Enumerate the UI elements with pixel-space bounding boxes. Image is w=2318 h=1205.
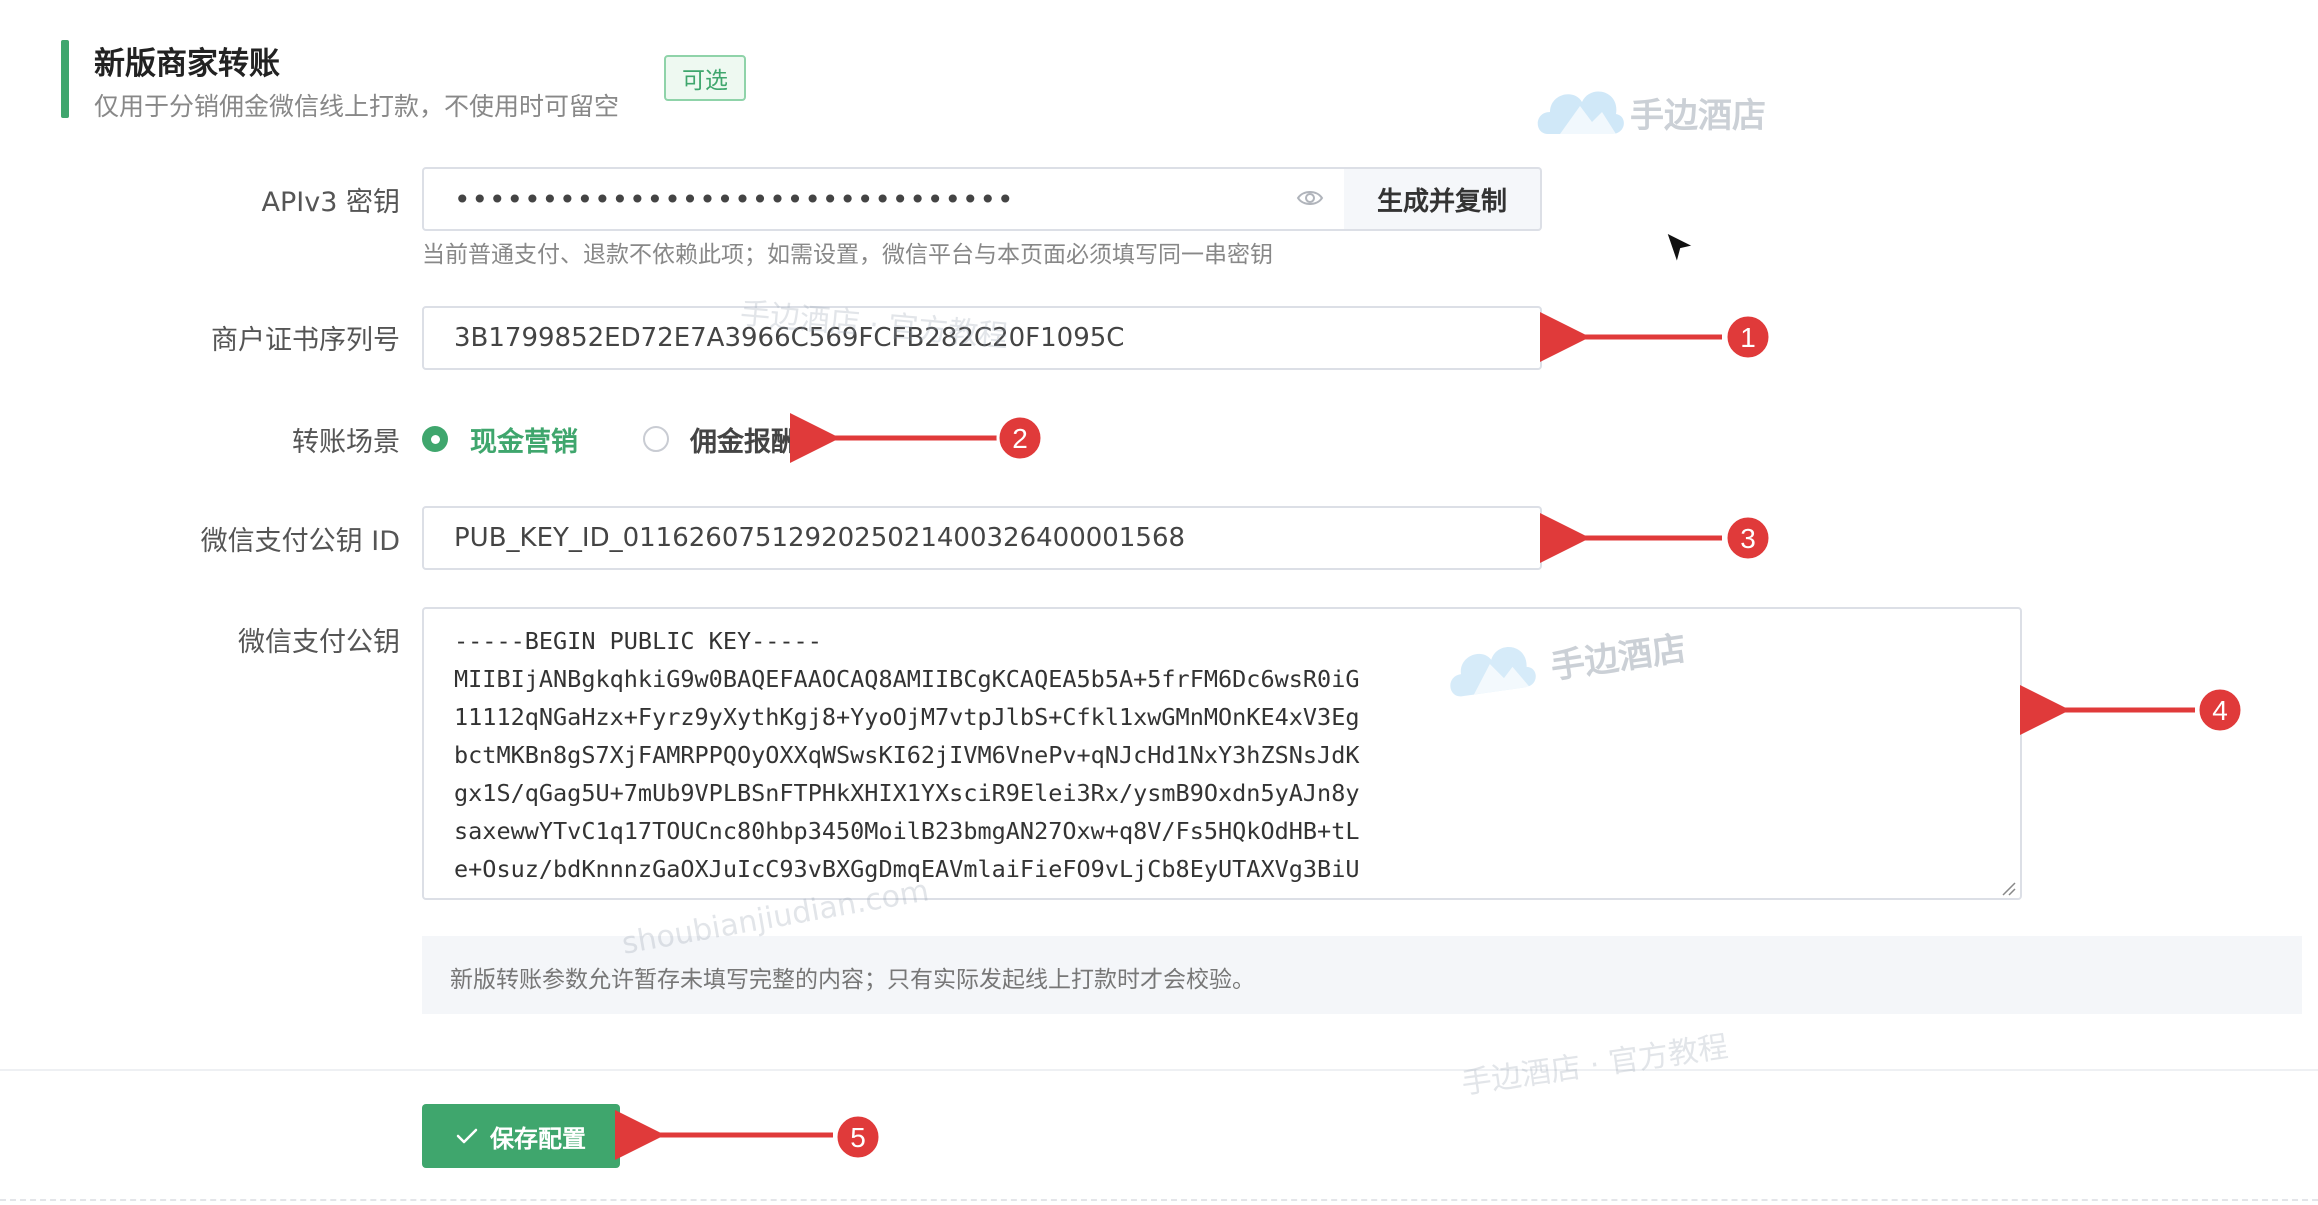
apiv3-key-input[interactable]: •••••••••••••••••••••••••••••••• [422,167,1346,231]
pubkey-line: e+Osuz/bdKnnnzGaOXJuIcC93vBXGgDmqEAVmlai… [454,855,1360,883]
annotation-arrow [615,1110,882,1161]
annotation-arrow [1540,312,1772,362]
annotation-arrow [1540,513,1772,563]
radio-cash-marketing[interactable] [422,426,448,452]
radio-commission[interactable] [643,426,669,452]
annotation-badge-1: 1 [1740,322,1756,353]
radio-label-cash-marketing[interactable]: 现金营销 [470,420,578,459]
section-description: 仅用于分销佣金微信线上打款，不使用时可留空 [94,92,620,121]
optional-badge: 可选 [664,55,746,101]
radio-label-commission[interactable]: 佣金报酬 [690,420,798,459]
resize-handle-icon[interactable] [2000,880,2016,896]
save-config-button[interactable]: 保存配置 [422,1104,620,1168]
pubkey-label: 微信支付公钥 [238,627,400,658]
section-title: 新版商家转账 [94,46,280,82]
note-text: 新版转账参数允许暂存未填写完整的内容；只有实际发起线上打款时才会校验。 [450,967,1255,993]
cloud-logo-icon [1450,646,1536,697]
serial-label: 商户证书序列号 [211,325,400,356]
apiv3-label: APIv3 密钥 [261,187,400,218]
save-config-label: 保存配置 [490,1124,586,1153]
pubkey-textarea[interactable]: -----BEGIN PUBLIC KEY----- MIIBIjANBgkqh… [422,607,2022,900]
mouse-cursor-icon [1664,230,1697,268]
annotation-badge-3: 3 [1740,523,1756,554]
section-accent-bar [61,40,69,118]
pubkey-id-label: 微信支付公钥 ID [200,526,400,557]
footer-divider [0,1069,2318,1071]
apiv3-help-text: 当前普通支付、退款不依赖此项；如需设置，微信平台与本页面必须填写同一串密钥 [422,242,1273,268]
pubkey-line: gx1S/qGag5U+7mUb9VPLBSnFTPHkXHIX1YXsciR9… [454,779,1360,807]
pubkey-line: 11112qNGaHzx+Fyrz9yXythKgj8+YyoOjM7vtpJl… [454,703,1360,731]
pubkey-line: saxewwYTvC1q17TOUCnc80hbp3450MoilB23bmgA… [454,817,1360,845]
pubkey-line: -----BEGIN PUBLIC KEY----- [454,627,822,655]
cloud-logo-icon [1537,91,1624,134]
scene-label: 转账场景 [292,427,400,458]
bottom-dashed-line [0,1199,2318,1201]
check-icon [456,1128,478,1144]
annotation-badge-2: 2 [1012,423,1028,454]
annotation-arrow [790,413,1044,463]
generate-copy-button[interactable]: 生成并复制 [1344,167,1542,231]
pubkey-line: MIIBIjANBgkqhkiG9w0BAQEFAAOCAQ8AMIIBCgKC… [454,665,1360,693]
eye-icon[interactable] [1296,187,1324,209]
watermark-logo-text: 手边酒店 [1630,96,1766,136]
pubkey-line: bctMKBn8gS7XjFAMRPPQOyOXXqWSwsKI62jIVM6V… [454,741,1360,769]
annotation-badge-5: 5 [850,1122,866,1153]
watermark-tutorial: 手边酒店 · 官方教程 [1459,1029,1731,1102]
annotation-badge-4: 4 [2212,695,2228,726]
annotation-arrow [2020,685,2244,735]
pubkey-id-input[interactable]: PUB_KEY_ID_01162607512920250214003264000… [422,506,1542,570]
